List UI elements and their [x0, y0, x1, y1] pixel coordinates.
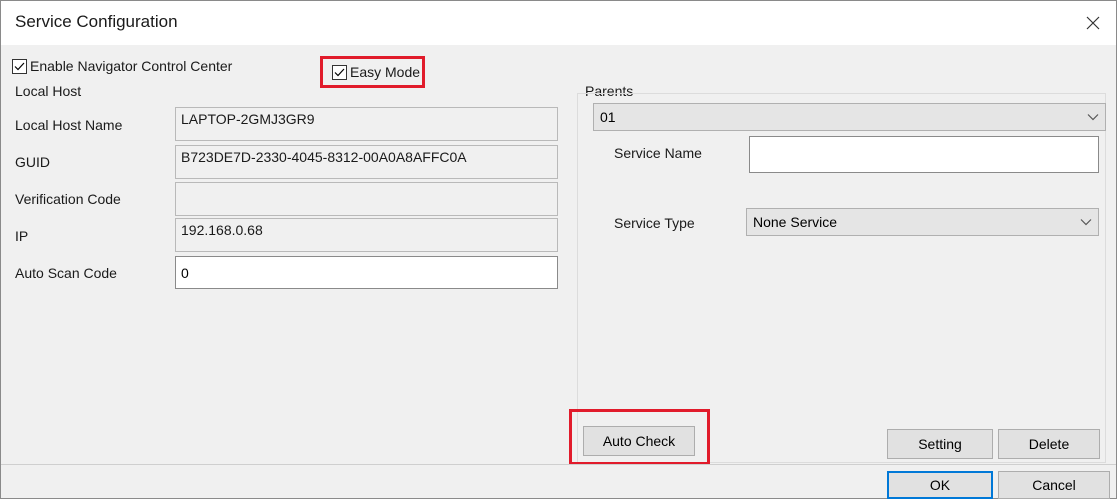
parents-select-value: 01: [600, 109, 616, 125]
easy-mode-checkbox-row[interactable]: Easy Mode: [332, 64, 423, 80]
footer-separator: [1, 464, 1116, 465]
service-name-input[interactable]: [749, 136, 1099, 173]
ok-button[interactable]: OK: [887, 471, 993, 499]
checkmark-icon: [14, 62, 25, 70]
service-type-label: Service Type: [614, 215, 695, 231]
chevron-down-icon: [1087, 114, 1099, 121]
verification-code-field: [175, 182, 558, 216]
window-title: Service Configuration: [15, 12, 178, 31]
close-button[interactable]: [1070, 1, 1116, 45]
local-host-group-label: Local Host: [15, 83, 82, 99]
local-host-name-field: LAPTOP-2GMJ3GR9: [175, 107, 558, 141]
service-type-select-value: None Service: [753, 214, 838, 230]
close-icon: [1086, 16, 1100, 30]
parents-select[interactable]: 01: [593, 103, 1106, 131]
service-name-label: Service Name: [614, 145, 702, 161]
enable-navigator-checkbox[interactable]: [12, 58, 27, 74]
cancel-button[interactable]: Cancel: [998, 471, 1110, 499]
checkmark-icon: [334, 68, 345, 76]
auto-scan-code-input[interactable]: [175, 256, 558, 289]
enable-navigator-label: Enable Navigator Control Center: [30, 58, 233, 74]
easy-mode-label: Easy Mode: [350, 64, 421, 80]
chevron-down-icon: [1080, 219, 1092, 226]
setting-button[interactable]: Setting: [887, 429, 993, 459]
local-host-name-label: Local Host Name: [15, 117, 123, 133]
ip-label: IP: [15, 228, 29, 244]
title-bar: Service Configuration: [1, 1, 1116, 45]
easy-mode-checkbox[interactable]: [332, 64, 347, 80]
guid-field: B723DE7D-2330-4045-8312-00A0A8AFFC0A: [175, 145, 558, 179]
guid-label: GUID: [15, 154, 50, 170]
service-configuration-dialog: Service Configuration Enable Navigator C…: [0, 0, 1117, 499]
delete-button[interactable]: Delete: [998, 429, 1100, 459]
ip-field: 192.168.0.68: [175, 218, 558, 252]
enable-navigator-checkbox-row[interactable]: Enable Navigator Control Center: [12, 58, 232, 74]
auto-check-button[interactable]: Auto Check: [583, 426, 695, 456]
auto-scan-code-label: Auto Scan Code: [15, 265, 117, 281]
verification-code-label: Verification Code: [15, 191, 121, 207]
service-type-select[interactable]: None Service: [746, 208, 1099, 236]
